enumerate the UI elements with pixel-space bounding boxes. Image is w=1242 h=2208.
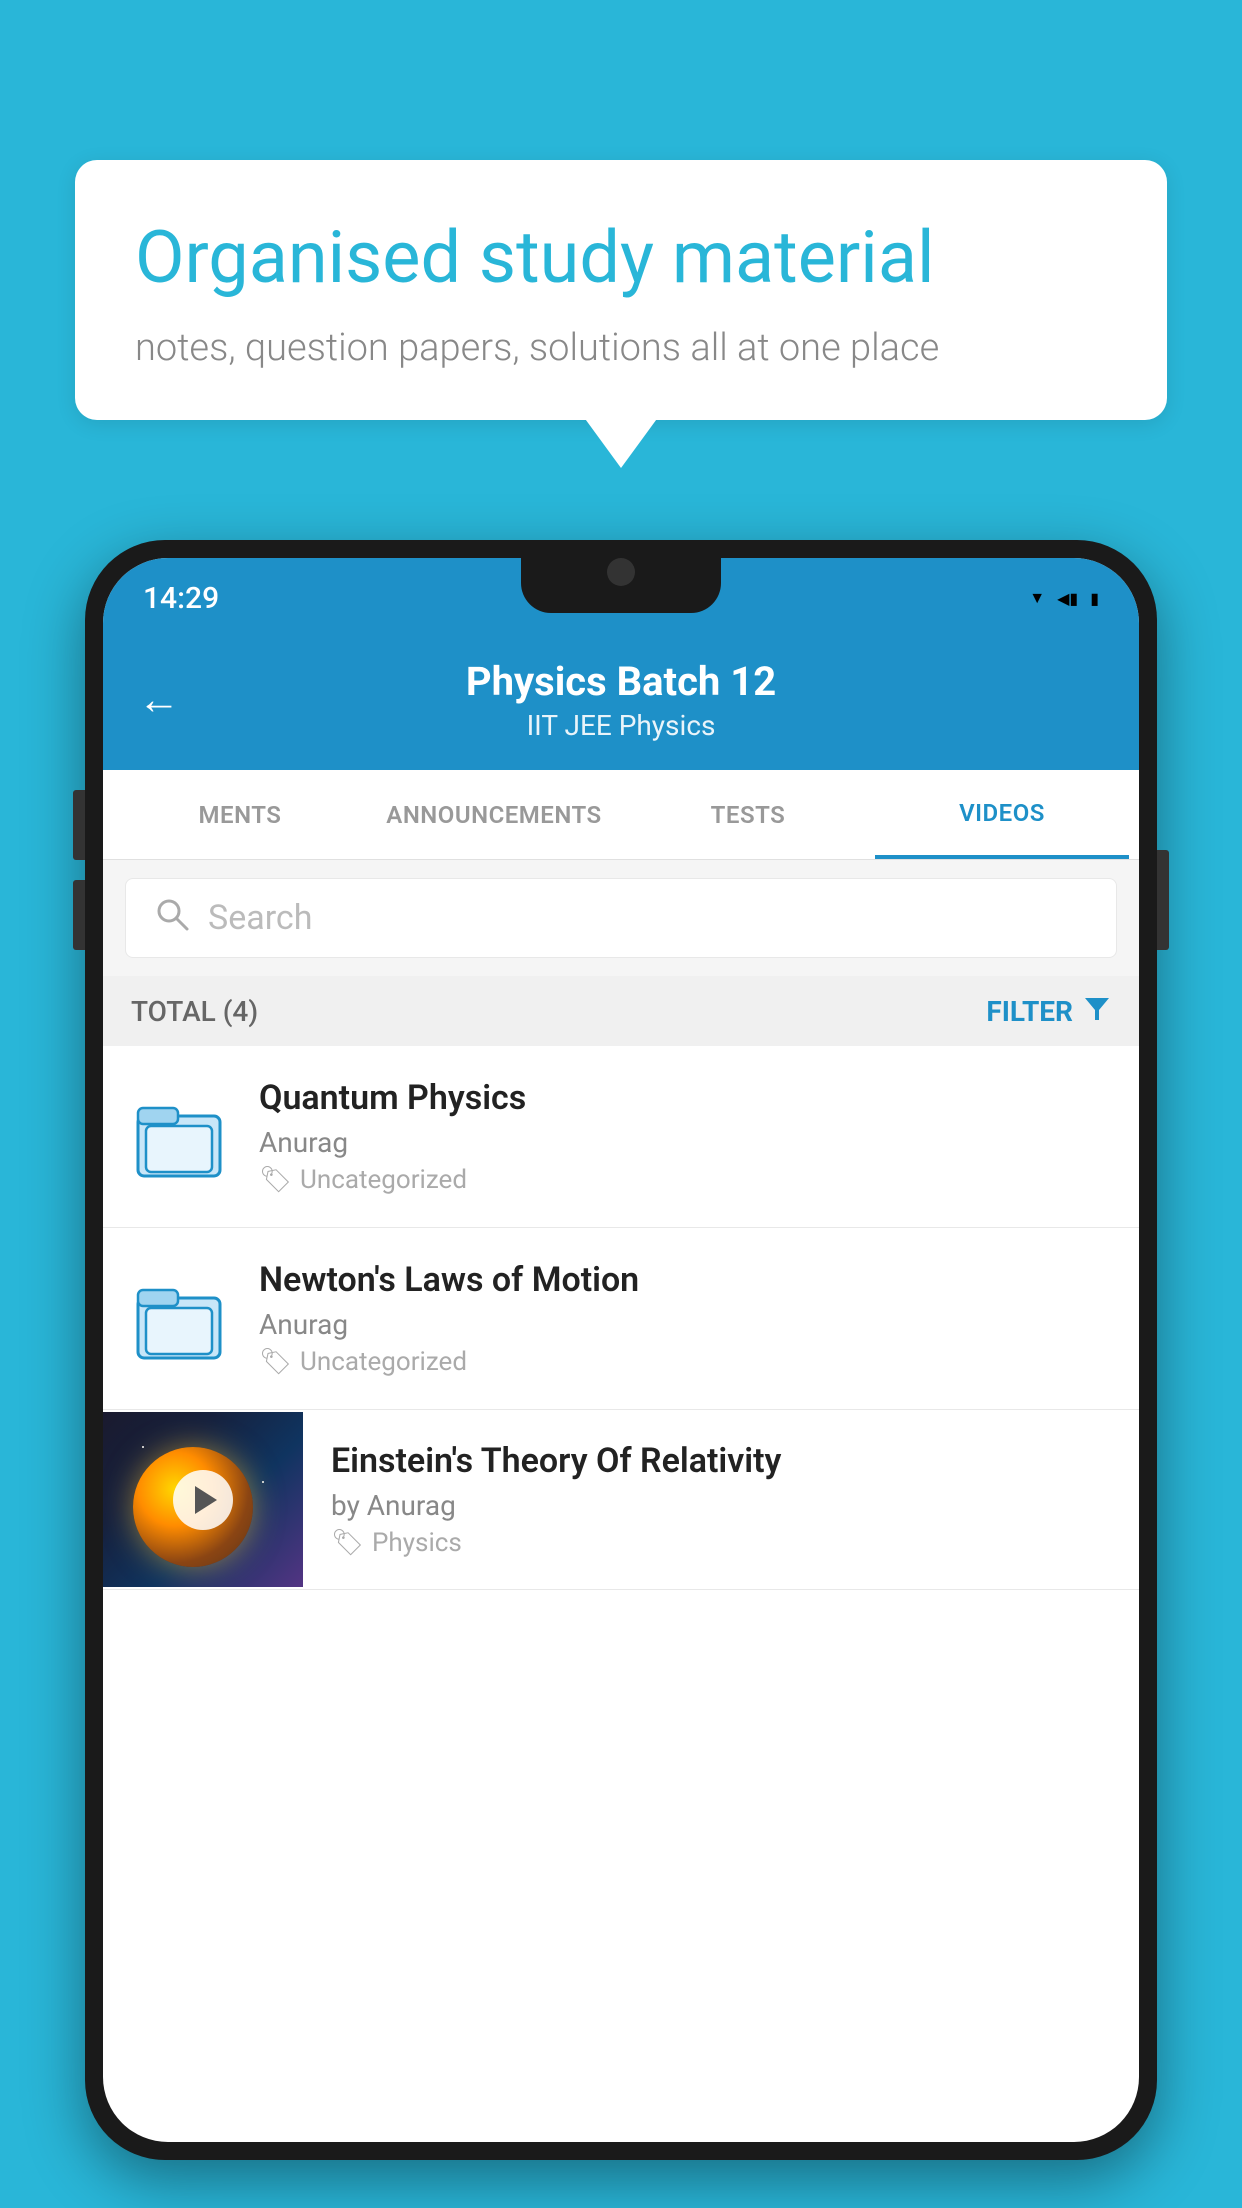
phone-outer: 14:29 ▼ ◀▮ ▮ ← Physics Batch 12 IIT JEE … <box>85 540 1157 2160</box>
tab-tests[interactable]: TESTS <box>621 770 875 859</box>
vol-down-button[interactable] <box>73 880 85 950</box>
video-author: Anurag <box>259 1126 1111 1159</box>
video-info: Einstein's Theory Of Relativity by Anura… <box>303 1413 1111 1586</box>
tag-icon: 🏷 <box>259 1347 292 1377</box>
tab-announcements[interactable]: ANNOUNCEMENTS <box>367 770 621 859</box>
folder-icon <box>131 1269 231 1369</box>
video-title: Quantum Physics <box>259 1078 1111 1118</box>
battery-icon: ▮ <box>1090 589 1099 608</box>
list-item[interactable]: Newton's Laws of Motion Anurag 🏷 Uncateg… <box>103 1228 1139 1410</box>
filter-button[interactable]: FILTER <box>986 994 1111 1029</box>
phone-wrapper: 14:29 ▼ ◀▮ ▮ ← Physics Batch 12 IIT JEE … <box>85 540 1157 2208</box>
video-author: Anurag <box>259 1308 1111 1341</box>
vol-up-button[interactable] <box>73 790 85 860</box>
tabs-bar: MENTS ANNOUNCEMENTS TESTS VIDEOS <box>103 770 1139 860</box>
phone-camera <box>607 558 635 586</box>
tab-videos[interactable]: VIDEOS <box>875 770 1129 859</box>
status-icons: ▼ ◀▮ ▮ <box>1029 588 1099 608</box>
list-item[interactable]: Quantum Physics Anurag 🏷 Uncategorized <box>103 1046 1139 1228</box>
video-title: Newton's Laws of Motion <box>259 1260 1111 1300</box>
folder-icon <box>131 1087 231 1187</box>
filter-row: TOTAL (4) FILTER <box>103 976 1139 1046</box>
play-button[interactable] <box>173 1470 233 1530</box>
video-tag: 🏷 Uncategorized <box>259 1347 1111 1377</box>
tab-ments[interactable]: MENTS <box>113 770 367 859</box>
app-header: ← Physics Batch 12 IIT JEE Physics <box>103 630 1139 770</box>
back-button[interactable]: ← <box>138 676 180 725</box>
signal-icon: ◀▮ <box>1057 589 1078 608</box>
video-author: by Anurag <box>331 1489 1111 1522</box>
total-count: TOTAL (4) <box>131 995 258 1028</box>
search-input[interactable]: Search <box>208 898 312 938</box>
video-tag: 🏷 Physics <box>331 1528 1111 1558</box>
filter-icon <box>1083 994 1111 1029</box>
tag-icon: 🏷 <box>259 1165 292 1195</box>
header-title: Physics Batch 12 <box>466 658 776 705</box>
video-title: Einstein's Theory Of Relativity <box>331 1441 1111 1481</box>
status-time: 14:29 <box>143 581 219 616</box>
tag-icon: 🏷 <box>331 1528 364 1558</box>
bubble-title: Organised study material <box>135 215 1107 301</box>
video-tag: 🏷 Uncategorized <box>259 1165 1111 1195</box>
search-input-wrap[interactable]: Search <box>125 878 1117 958</box>
power-button[interactable] <box>1157 850 1169 950</box>
list-item[interactable]: Einstein's Theory Of Relativity by Anura… <box>103 1410 1139 1590</box>
play-icon <box>195 1486 217 1514</box>
wifi-icon: ▼ <box>1029 588 1045 608</box>
header-subtitle: IIT JEE Physics <box>527 709 716 742</box>
video-info: Newton's Laws of Motion Anurag 🏷 Uncateg… <box>259 1260 1111 1377</box>
phone-screen: 14:29 ▼ ◀▮ ▮ ← Physics Batch 12 IIT JEE … <box>103 558 1139 2142</box>
filter-label: FILTER <box>986 995 1073 1028</box>
search-icon <box>154 896 190 941</box>
video-thumbnail <box>103 1412 303 1587</box>
bubble-subtitle: notes, question papers, solutions all at… <box>135 326 1107 370</box>
video-list: Quantum Physics Anurag 🏷 Uncategorized <box>103 1046 1139 1590</box>
search-section: Search <box>103 860 1139 976</box>
video-info: Quantum Physics Anurag 🏷 Uncategorized <box>259 1078 1111 1195</box>
speech-bubble: Organised study material notes, question… <box>75 160 1167 420</box>
